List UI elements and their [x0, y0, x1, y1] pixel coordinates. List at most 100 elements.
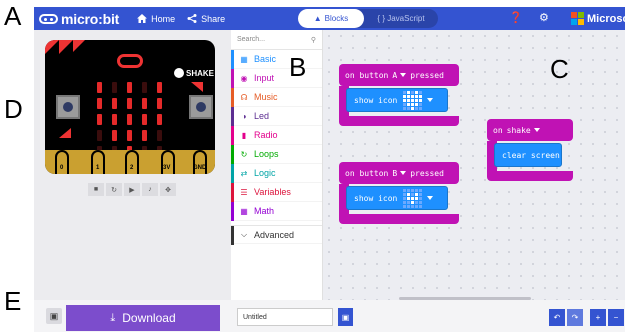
- project-name-input[interactable]: Untitled: [237, 308, 333, 326]
- category-label: Loops: [254, 149, 279, 159]
- led[interactable]: [97, 98, 102, 109]
- restart-icon[interactable]: ↻: [106, 183, 122, 196]
- category-label: Basic: [254, 54, 277, 64]
- zoom-in-button[interactable]: +: [590, 309, 606, 326]
- search-input[interactable]: Search...: [237, 36, 265, 43]
- mute-icon[interactable]: ♪: [142, 183, 158, 196]
- led[interactable]: [142, 130, 147, 141]
- fullscreen-icon[interactable]: ✥: [160, 183, 176, 196]
- annotation-letter: C: [550, 54, 569, 84]
- category-advanced[interactable]: ⌵ Advanced: [231, 225, 322, 245]
- led[interactable]: [142, 98, 147, 109]
- gesture-dropdown[interactable]: shake: [507, 126, 540, 135]
- led[interactable]: [157, 114, 162, 125]
- led[interactable]: [97, 114, 102, 125]
- led[interactable]: [157, 82, 162, 93]
- brand-logo[interactable]: micro:bit: [39, 11, 119, 27]
- led[interactable]: [157, 98, 162, 109]
- event-footer: [487, 171, 573, 181]
- event-header[interactable]: on button B pressed: [339, 162, 459, 184]
- gear-icon[interactable]: ⚙: [539, 11, 549, 24]
- category-math[interactable]: ▦ Math: [231, 202, 322, 221]
- category-led[interactable]: ◑ Led: [231, 107, 322, 126]
- blocks-mode-button[interactable]: ▲ Blocks: [298, 9, 364, 28]
- block-text: on: [493, 125, 503, 135]
- led[interactable]: [97, 82, 102, 93]
- category-label: Variables: [254, 187, 291, 197]
- category-input[interactable]: ◉ Input: [231, 69, 322, 88]
- event-block-button-a[interactable]: on button A pressed show icon: [339, 64, 459, 126]
- zoom-out-button[interactable]: −: [608, 309, 624, 326]
- home-icon: [137, 14, 148, 23]
- toolbox-search[interactable]: Search... ⚲: [231, 30, 322, 50]
- led[interactable]: [112, 98, 117, 109]
- calculator-icon: ▦: [240, 206, 248, 216]
- shake-button[interactable]: SHAKE: [174, 68, 214, 78]
- led[interactable]: [112, 130, 117, 141]
- javascript-mode-button[interactable]: { } JavaScript: [364, 14, 438, 23]
- button-dropdown[interactable]: A: [392, 71, 406, 80]
- annotation-letter: B: [289, 52, 307, 82]
- led[interactable]: [97, 130, 102, 141]
- led[interactable]: [112, 114, 117, 125]
- heart-icon: [403, 90, 423, 110]
- button-a[interactable]: [56, 95, 80, 119]
- microsoft-logo[interactable]: Microsoft: [571, 12, 625, 25]
- event-header[interactable]: on button A pressed: [339, 64, 459, 86]
- block-text: on button: [345, 70, 389, 80]
- category-music[interactable]: ☊ Music: [231, 88, 322, 107]
- show-icon-block[interactable]: show icon: [346, 88, 448, 112]
- led[interactable]: [142, 82, 147, 93]
- microsoft-label: Microsoft: [587, 12, 625, 25]
- share-button[interactable]: Share: [187, 14, 225, 24]
- download-button[interactable]: ⤓ Download: [66, 305, 220, 331]
- led[interactable]: [127, 114, 132, 125]
- led[interactable]: [127, 130, 132, 141]
- led[interactable]: [142, 114, 147, 125]
- undo-icon: ↶: [553, 313, 561, 322]
- block-text: show icon: [354, 95, 398, 105]
- category-variables[interactable]: ☰ Variables: [231, 183, 322, 202]
- search-icon[interactable]: ⚲: [311, 36, 316, 44]
- logo-touch-icon[interactable]: [117, 54, 143, 68]
- clear-screen-block[interactable]: clear screen: [494, 143, 562, 167]
- block-text: show icon: [354, 193, 398, 203]
- category-label: Advanced: [254, 229, 295, 240]
- home-button[interactable]: Home: [137, 14, 175, 24]
- block-text: pressed: [410, 168, 444, 178]
- stop-icon[interactable]: ■: [88, 183, 104, 196]
- category-radio[interactable]: ▮ Radio: [231, 126, 322, 145]
- zoom-in-icon: +: [595, 313, 601, 322]
- dropdown-value: shake: [506, 125, 531, 135]
- event-block-shake[interactable]: on shake clear screen: [487, 119, 573, 181]
- pin-a-arrow-icon: [59, 128, 71, 138]
- shake-dot-icon: [174, 68, 184, 78]
- event-header[interactable]: on shake: [487, 119, 573, 141]
- shuffle-icon: ⇄: [240, 168, 248, 178]
- category-loops[interactable]: ↻ Loops: [231, 145, 322, 164]
- help-icon[interactable]: ❓: [509, 11, 523, 24]
- redo-button[interactable]: ↷: [567, 309, 583, 326]
- button-b[interactable]: [189, 95, 213, 119]
- button-dropdown[interactable]: B: [392, 169, 406, 178]
- collapse-simulator-button[interactable]: ▣: [46, 308, 62, 324]
- slowmo-icon[interactable]: ▶: [124, 183, 140, 196]
- pin-label: GND: [193, 165, 207, 171]
- category-logic[interactable]: ⇄ Logic: [231, 164, 322, 183]
- show-icon-block[interactable]: show icon: [346, 186, 448, 210]
- category-label: Logic: [254, 168, 276, 178]
- undo-button[interactable]: ↶: [549, 309, 565, 326]
- led[interactable]: [127, 98, 132, 109]
- event-block-button-b[interactable]: on button B pressed show icon: [339, 162, 459, 224]
- collapse-icon: ▣: [49, 310, 59, 321]
- microbit-logo-icon: [39, 13, 58, 24]
- toolbox: Search... ⚲ ▦ Basic ◉ Input ☊ Music ◑ Le…: [231, 30, 323, 300]
- icon-dropdown[interactable]: [397, 90, 433, 110]
- led[interactable]: [157, 130, 162, 141]
- icon-dropdown[interactable]: [397, 188, 433, 208]
- led[interactable]: [112, 82, 117, 93]
- category-basic[interactable]: ▦ Basic: [231, 50, 322, 69]
- save-button[interactable]: ▣: [338, 308, 353, 326]
- pin-b-arrow-icon: [191, 82, 203, 92]
- led[interactable]: [127, 82, 132, 93]
